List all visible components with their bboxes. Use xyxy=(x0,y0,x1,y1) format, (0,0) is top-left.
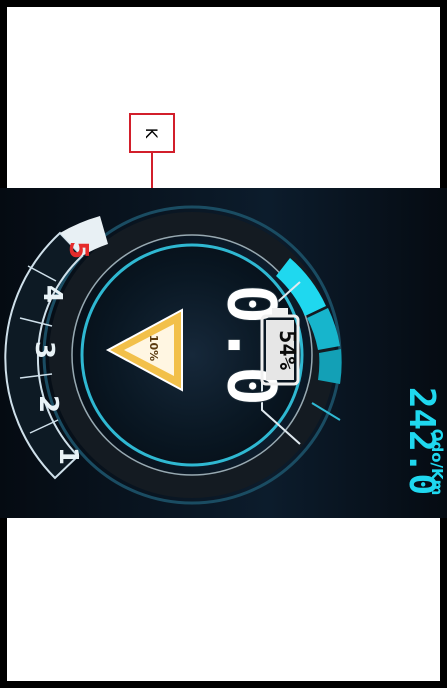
gear-3[interactable]: 3 xyxy=(29,341,59,359)
callout-box: K xyxy=(129,113,175,153)
battery-terminal xyxy=(272,308,288,316)
gear-1[interactable]: 1 xyxy=(53,447,83,465)
odometer-unit: Odo/Km xyxy=(428,429,446,496)
dashboard-display: 5 4 3 2 1 10% 0.0 54% 242.0 Odo/Km xyxy=(0,188,447,518)
bottom-white-panel xyxy=(7,518,440,681)
speed-segment-3 xyxy=(318,349,342,384)
gear-2[interactable]: 2 xyxy=(33,395,63,413)
gear-5[interactable]: 5 xyxy=(63,241,93,259)
top-white-panel xyxy=(7,7,440,188)
callout-label: K xyxy=(142,127,162,139)
warning-text: 10% xyxy=(147,335,160,361)
battery-percent: 54% xyxy=(274,330,299,370)
dashboard-svg: 5 4 3 2 1 10% 0.0 54% 242.0 Odo/Km xyxy=(0,188,447,518)
gear-4[interactable]: 4 xyxy=(37,285,67,303)
